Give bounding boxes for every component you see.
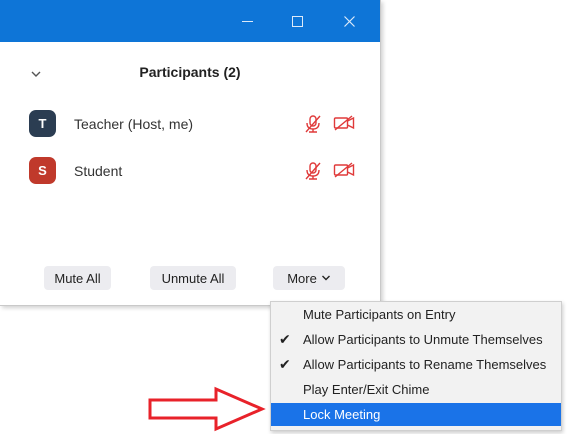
menu-item-allow-rename[interactable]: ✔ Allow Participants to Rename Themselve…: [271, 353, 561, 376]
menu-item-label: Lock Meeting: [303, 407, 381, 422]
muted-mic-icon[interactable]: [304, 114, 322, 134]
menu-item-allow-unmute[interactable]: ✔ Allow Participants to Unmute Themselve…: [271, 328, 561, 351]
avatar: S: [29, 157, 56, 184]
more-label: More: [287, 270, 317, 286]
chevron-down-icon: [321, 275, 330, 281]
participant-name: Teacher (Host, me): [74, 116, 194, 132]
participant-name: Student: [74, 163, 123, 179]
close-icon: [343, 15, 355, 27]
menu-item-label: Play Enter/Exit Chime: [303, 382, 430, 397]
menu-item-label: Allow Participants to Rename Themselves: [303, 357, 547, 372]
menu-item-enter-exit-chime[interactable]: Play Enter/Exit Chime: [271, 378, 561, 401]
checkmark-icon: ✔: [279, 356, 291, 372]
participant-row[interactable]: S Student: [29, 157, 369, 185]
minimize-icon: [241, 20, 253, 22]
menu-item-label: Allow Participants to Unmute Themselves: [303, 332, 543, 347]
maximize-button[interactable]: [273, 0, 321, 42]
muted-mic-icon[interactable]: [304, 161, 322, 181]
menu-item-label: Mute Participants on Entry: [303, 307, 456, 322]
panel-title: Participants (2): [139, 64, 241, 80]
participants-window: Participants (2) T Teacher (Host, me) S …: [0, 0, 381, 306]
title-bar: [0, 0, 380, 42]
avatar: T: [29, 110, 56, 137]
video-off-icon[interactable]: [333, 115, 355, 131]
close-button[interactable]: [325, 0, 373, 42]
more-options-menu: Mute Participants on Entry ✔ Allow Parti…: [270, 301, 562, 431]
unmute-all-button[interactable]: Unmute All: [150, 266, 236, 290]
more-button[interactable]: More: [273, 266, 345, 290]
mute-all-button[interactable]: Mute All: [44, 266, 111, 290]
menu-item-lock-meeting[interactable]: Lock Meeting: [271, 403, 561, 426]
participant-row[interactable]: T Teacher (Host, me): [29, 110, 369, 138]
maximize-icon: [291, 15, 303, 27]
video-off-icon[interactable]: [333, 162, 355, 178]
menu-item-mute-on-entry[interactable]: Mute Participants on Entry: [271, 303, 561, 326]
mute-all-label: Mute All: [54, 270, 101, 286]
minimize-button[interactable]: [223, 0, 271, 42]
unmute-all-label: Unmute All: [161, 270, 225, 286]
checkmark-icon: ✔: [279, 331, 291, 347]
red-arrow-icon: [148, 386, 266, 432]
